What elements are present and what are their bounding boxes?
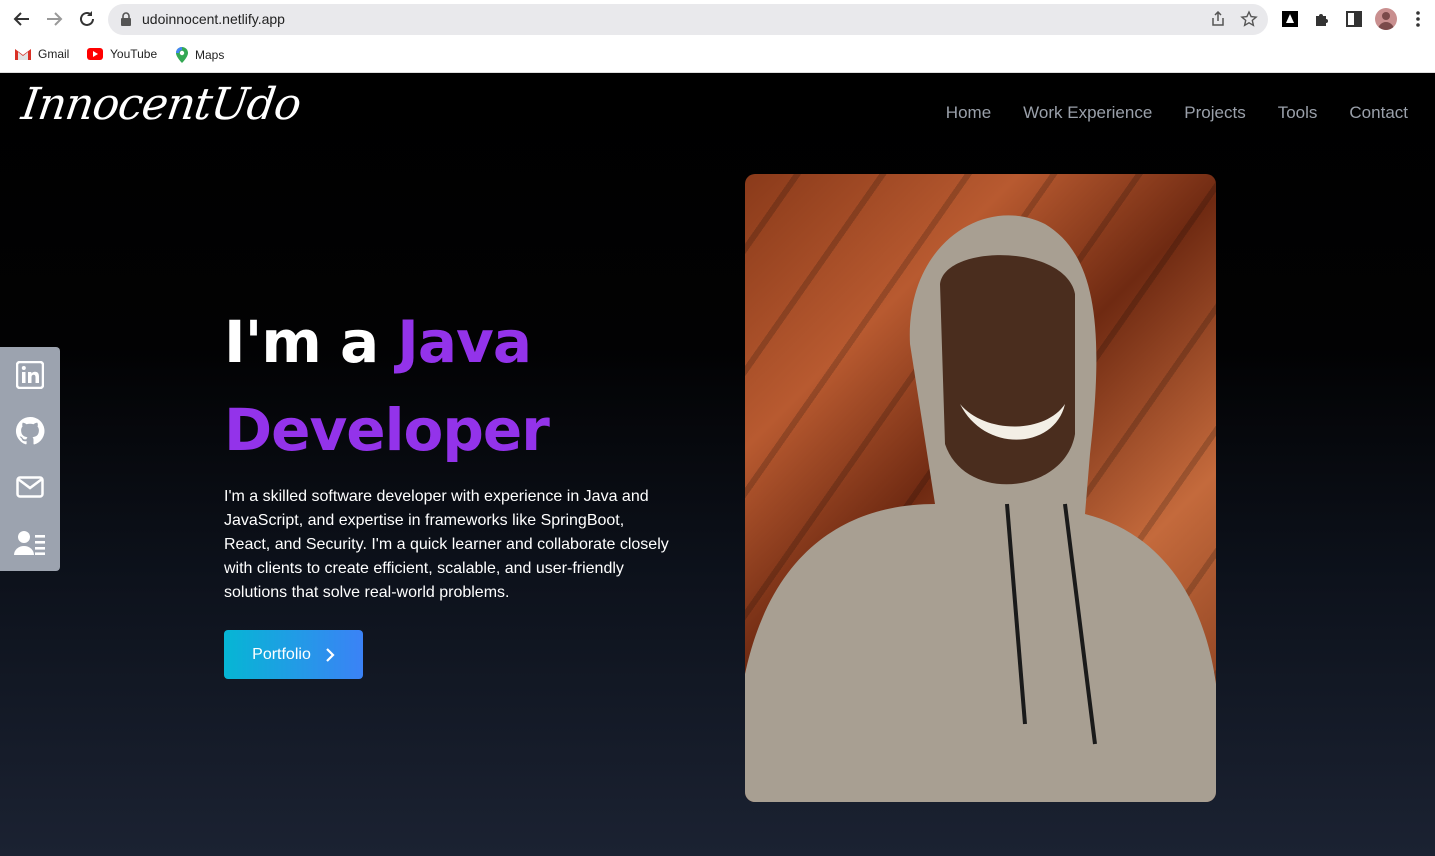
browser-toolbar: udoinnocent.netlify.app [0, 0, 1435, 38]
bookmarks-bar: Gmail YouTube Maps [0, 38, 1435, 73]
headline-accent-developer: Developer [224, 396, 550, 464]
resume-icon[interactable] [0, 515, 60, 571]
bookmark-label: YouTube [110, 47, 158, 61]
bookmark-star-icon[interactable] [1240, 10, 1258, 33]
nav-projects[interactable]: Projects [1184, 103, 1245, 123]
linkedin-icon[interactable] [0, 347, 60, 403]
bookmark-maps[interactable]: Maps [176, 47, 224, 63]
lock-icon [120, 12, 132, 31]
nav-contact[interactable]: Contact [1349, 103, 1408, 123]
profile-avatar[interactable] [1375, 8, 1397, 30]
bookmark-gmail[interactable]: Gmail [15, 47, 69, 61]
maps-icon [176, 47, 188, 63]
headline-prefix: I'm a [224, 308, 398, 376]
portfolio-label: Portfolio [252, 645, 311, 663]
reload-icon[interactable] [75, 7, 99, 31]
hero-headline: I'm a Java Developer [224, 298, 550, 474]
site-page: InnocentUdo Home Work Experience Project… [0, 73, 1435, 856]
back-icon[interactable] [10, 7, 34, 31]
hero-intro: I'm a skilled software developer with ex… [224, 488, 669, 601]
profile-photo [745, 174, 1216, 802]
nav-tools[interactable]: Tools [1278, 103, 1318, 123]
bookmark-youtube[interactable]: YouTube [87, 47, 157, 61]
portfolio-button[interactable]: Portfolio [224, 630, 363, 679]
gmail-icon [15, 49, 31, 60]
address-bar[interactable]: udoinnocent.netlify.app [108, 4, 1268, 35]
extension-icon[interactable] [1280, 9, 1300, 29]
github-icon[interactable] [0, 403, 60, 459]
social-sidebar [0, 347, 60, 571]
forward-icon[interactable] [42, 7, 66, 31]
bookmark-label: Gmail [38, 47, 70, 61]
menu-dots-icon[interactable] [1408, 9, 1428, 29]
mail-icon[interactable] [0, 459, 60, 515]
nav-home[interactable]: Home [946, 103, 991, 123]
side-panel-icon[interactable] [1344, 9, 1364, 29]
nav-work-experience[interactable]: Work Experience [1023, 103, 1152, 123]
youtube-icon [87, 48, 103, 60]
extensions-puzzle-icon[interactable] [1312, 9, 1332, 29]
site-nav: Home Work Experience Projects Tools Cont… [946, 103, 1408, 123]
bookmark-label: Maps [195, 48, 225, 62]
headline-accent-java: Java [397, 308, 532, 376]
site-logo[interactable]: InnocentUdo [18, 79, 303, 130]
share-icon[interactable] [1210, 10, 1226, 32]
chevron-right-icon [326, 647, 335, 662]
url-text: udoinnocent.netlify.app [142, 11, 285, 27]
